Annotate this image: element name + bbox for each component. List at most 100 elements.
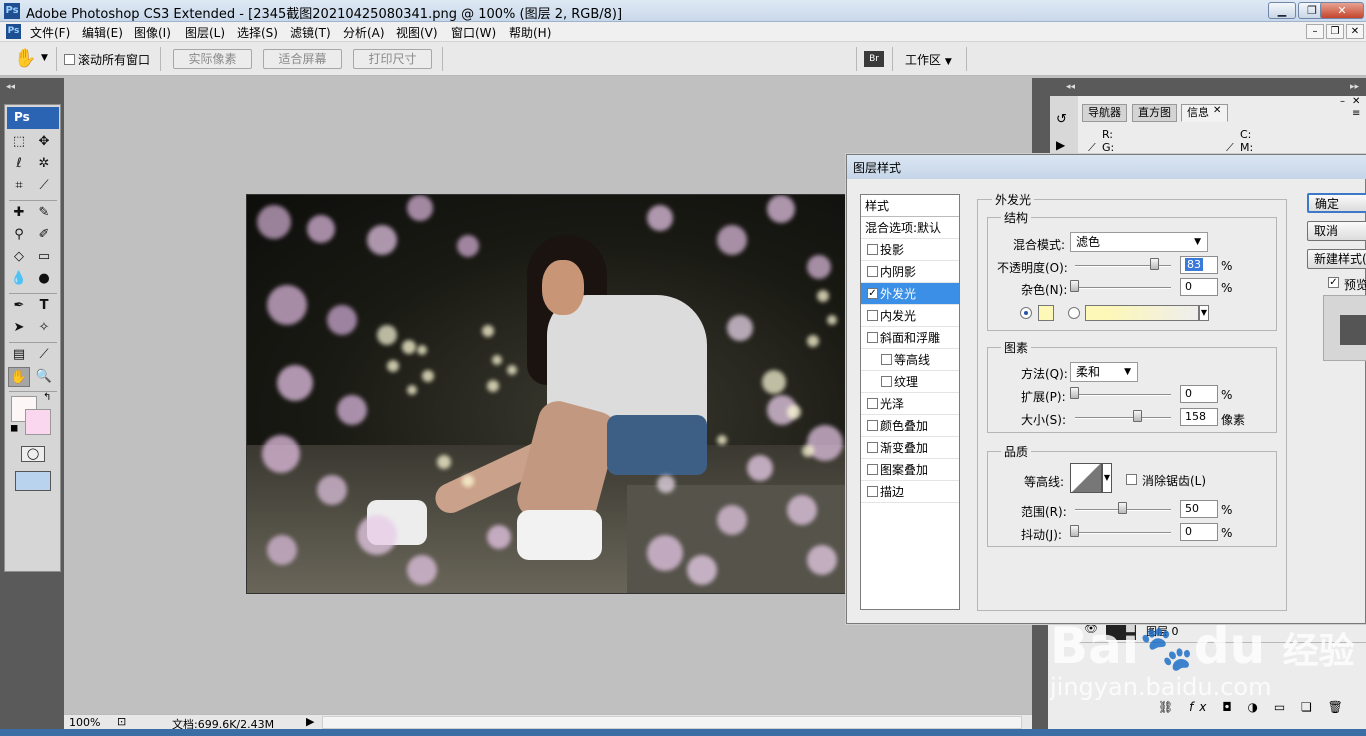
menu-window[interactable]: 窗口(W) <box>451 24 496 41</box>
effect-checkbox[interactable] <box>867 464 878 475</box>
document-icon[interactable]: Ps <box>6 24 21 39</box>
dodge-tool-icon[interactable]: ● <box>33 269 55 289</box>
effect-checkbox[interactable] <box>881 376 892 387</box>
effect-checkbox[interactable] <box>881 354 892 365</box>
effect-item[interactable]: 颜色叠加 <box>861 415 959 437</box>
lasso-tool-icon[interactable]: ℓ <box>8 154 30 174</box>
tab-navigator[interactable]: 导航器 <box>1082 104 1127 122</box>
size-slider[interactable] <box>1075 417 1171 419</box>
workspace-menu[interactable]: 工作区 ▼ <box>905 51 952 68</box>
effect-item[interactable]: 渐变叠加 <box>861 437 959 459</box>
preview-checkbox[interactable]: ✓ <box>1328 277 1339 288</box>
gradient-dropdown-icon[interactable]: ▼ <box>1199 305 1209 321</box>
doc-close-button[interactable]: ✕ <box>1346 24 1364 39</box>
path-selection-tool-icon[interactable]: ➤ <box>8 318 30 338</box>
blending-options-item[interactable]: 混合选项:默认 <box>861 217 959 239</box>
tab-histogram[interactable]: 直方图 <box>1132 104 1177 122</box>
new-layer-icon[interactable]: ❏ <box>1301 700 1318 714</box>
effect-item[interactable]: 图案叠加 <box>861 459 959 481</box>
hand-tool-icon[interactable]: ✋ <box>8 367 30 387</box>
close-tab-icon[interactable]: ✕ <box>1213 105 1221 116</box>
zoom-level[interactable]: 100% <box>69 716 100 729</box>
swap-colors-icon[interactable]: ↰ <box>43 392 51 403</box>
blur-tool-icon[interactable]: 💧 <box>8 269 30 289</box>
close-button[interactable]: ✕ <box>1320 2 1364 19</box>
status-menu-arrow-icon[interactable]: ▶ <box>306 715 314 728</box>
jitter-input[interactable]: 0 <box>1180 523 1218 541</box>
type-tool-icon[interactable]: T <box>33 296 55 316</box>
size-slider-thumb[interactable] <box>1133 410 1142 422</box>
shape-tool-icon[interactable]: ✧ <box>33 318 55 338</box>
size-input[interactable]: 158 <box>1180 408 1218 426</box>
marquee-tool-icon[interactable]: ⬚ <box>8 132 30 152</box>
opacity-input[interactable]: 83 <box>1180 256 1218 274</box>
pen-tool-icon[interactable]: ✒ <box>8 296 30 316</box>
minimize-button[interactable]: ▁ <box>1268 2 1296 19</box>
new-group-icon[interactable]: ▭ <box>1274 700 1291 714</box>
bridge-icon[interactable]: Br <box>864 51 884 67</box>
menu-file[interactable]: 文件(F) <box>30 24 70 41</box>
eyedropper-tool-icon[interactable]: ⟋ <box>33 345 55 365</box>
effect-item[interactable]: 纹理 <box>861 371 959 393</box>
spread-input[interactable]: 0 <box>1180 385 1218 403</box>
effect-checkbox[interactable] <box>867 442 878 453</box>
effect-item[interactable]: 等高线 <box>861 349 959 371</box>
effect-checkbox[interactable] <box>867 398 878 409</box>
quick-mask-icon[interactable]: ◯ <box>21 446 45 462</box>
delete-layer-icon[interactable]: 🗑 <box>1328 700 1349 714</box>
fit-screen-button[interactable]: 适合屏幕 <box>263 49 342 69</box>
horizontal-scrollbar[interactable] <box>322 716 1022 729</box>
background-color-swatch[interactable] <box>25 409 51 435</box>
move-tool-icon[interactable]: ✥ <box>33 132 55 152</box>
menu-edit[interactable]: 编辑(E) <box>82 24 123 41</box>
noise-input[interactable]: 0 <box>1180 278 1218 296</box>
adjustment-layer-icon[interactable]: ◑ <box>1248 700 1264 714</box>
clone-stamp-tool-icon[interactable]: ⚲ <box>8 225 30 245</box>
effect-item[interactable]: 投影 <box>861 239 959 261</box>
print-size-button[interactable]: 打印尺寸 <box>353 49 432 69</box>
actions-icon[interactable]: ▶ <box>1056 138 1065 152</box>
effect-checkbox[interactable] <box>867 310 878 321</box>
glow-color-swatch[interactable] <box>1038 305 1054 321</box>
hand-tool-icon[interactable]: ✋ <box>14 48 36 69</box>
panel-close-icon[interactable]: ✕ <box>1352 96 1360 107</box>
document-image[interactable] <box>246 194 846 594</box>
notes-tool-icon[interactable]: ▤ <box>8 345 30 365</box>
effect-item[interactable]: ✓ 外发光 <box>861 283 959 305</box>
cancel-button[interactable]: 取消 <box>1307 221 1366 241</box>
menu-help[interactable]: 帮助(H) <box>509 24 551 41</box>
range-input[interactable]: 50 <box>1180 500 1218 518</box>
status-icon[interactable]: ⊡ <box>117 715 126 728</box>
slice-tool-icon[interactable]: ⟋ <box>33 176 55 196</box>
link-layers-icon[interactable]: ⛓ <box>1158 700 1179 714</box>
blend-mode-select[interactable]: 滤色 ▼ <box>1070 232 1208 252</box>
brush-tool-icon[interactable]: ✎ <box>33 203 55 223</box>
menu-view[interactable]: 视图(V) <box>396 24 438 41</box>
layer-mask-icon[interactable]: ◘ <box>1222 700 1238 714</box>
crop-tool-icon[interactable]: ⌗ <box>8 176 30 196</box>
effect-item[interactable]: 光泽 <box>861 393 959 415</box>
doc-minimize-button[interactable]: – <box>1306 24 1324 39</box>
gradient-radio[interactable] <box>1068 307 1080 319</box>
zoom-tool-icon[interactable]: 🔍 <box>33 367 55 387</box>
menu-analysis[interactable]: 分析(A) <box>343 24 385 41</box>
solid-color-radio[interactable] <box>1020 307 1032 319</box>
effect-item[interactable]: 内发光 <box>861 305 959 327</box>
history-brush-tool-icon[interactable]: ✐ <box>33 225 55 245</box>
doc-restore-button[interactable]: ❐ <box>1326 24 1344 39</box>
menu-select[interactable]: 选择(S) <box>237 24 278 41</box>
healing-brush-tool-icon[interactable]: ✚ <box>8 203 30 223</box>
ok-button[interactable]: 确定 <box>1307 193 1366 213</box>
expand-panel-icon[interactable]: ▸▸ <box>1350 82 1359 92</box>
menu-image[interactable]: 图像(I) <box>134 24 171 41</box>
gradient-tool-icon[interactable]: ▭ <box>33 247 55 267</box>
menu-layer[interactable]: 图层(L) <box>185 24 225 41</box>
screen-mode-icon[interactable] <box>15 471 51 491</box>
noise-slider[interactable] <box>1075 287 1171 289</box>
effect-checkbox[interactable] <box>867 332 878 343</box>
history-icon[interactable]: ↺ <box>1056 112 1067 127</box>
actual-pixels-button[interactable]: 实际像素 <box>173 49 252 69</box>
tool-preset-dropdown-icon[interactable]: ▼ <box>41 53 48 63</box>
effect-checkbox[interactable] <box>867 266 878 277</box>
spread-slider[interactable] <box>1075 394 1171 396</box>
